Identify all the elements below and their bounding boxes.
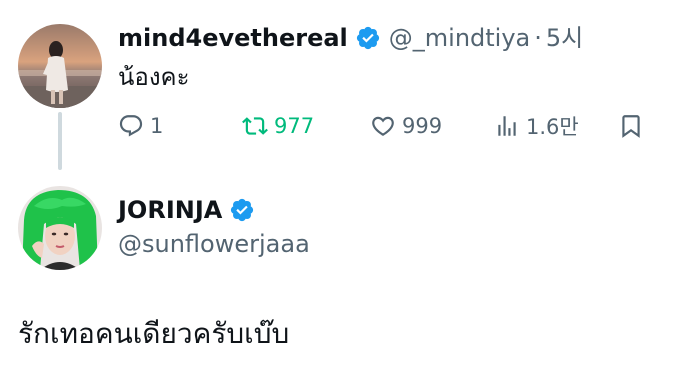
retweet-button[interactable]: 977 xyxy=(242,112,314,140)
bookmark-icon xyxy=(618,113,644,139)
like-button[interactable]: 999 xyxy=(370,112,442,140)
reply-tweet-header: mind4evethereal @_mindtiya · 5시 xyxy=(118,24,583,52)
verified-badge-icon xyxy=(229,197,255,223)
reply-icon xyxy=(118,113,144,139)
reply-button[interactable]: 1 xyxy=(118,112,163,140)
main-tweet-header: JORINJA xyxy=(118,196,255,224)
retweet-icon xyxy=(242,113,268,139)
views-count: 1.6만 xyxy=(526,115,579,139)
verified-badge-icon xyxy=(355,25,381,51)
retweet-count: 977 xyxy=(274,114,315,138)
display-name[interactable]: mind4evethereal xyxy=(118,24,348,52)
separator-dot: · xyxy=(534,24,542,52)
views-button[interactable]: 1.6만 xyxy=(494,112,579,140)
main-tweet-text: รักเทอคนเดียวครับเบ๊บ xyxy=(18,317,290,350)
thread-connector-line xyxy=(58,112,62,170)
timestamp[interactable]: 5시 xyxy=(546,24,583,52)
heart-icon xyxy=(370,113,396,139)
like-count: 999 xyxy=(402,114,443,138)
views-chart-icon xyxy=(494,113,520,139)
avatar[interactable] xyxy=(18,24,102,108)
user-handle[interactable]: @_mindtiya xyxy=(389,24,530,52)
avatar[interactable] xyxy=(18,186,102,270)
tweet-action-bar: 1 977 999 1.6만 xyxy=(118,112,648,140)
display-name[interactable]: JORINJA xyxy=(118,196,222,224)
reply-count: 1 xyxy=(150,114,164,138)
user-handle[interactable]: @sunflowerjaaa xyxy=(118,230,310,258)
reply-tweet-text: น้องคะ xyxy=(118,63,190,91)
bookmark-button[interactable] xyxy=(618,112,644,140)
